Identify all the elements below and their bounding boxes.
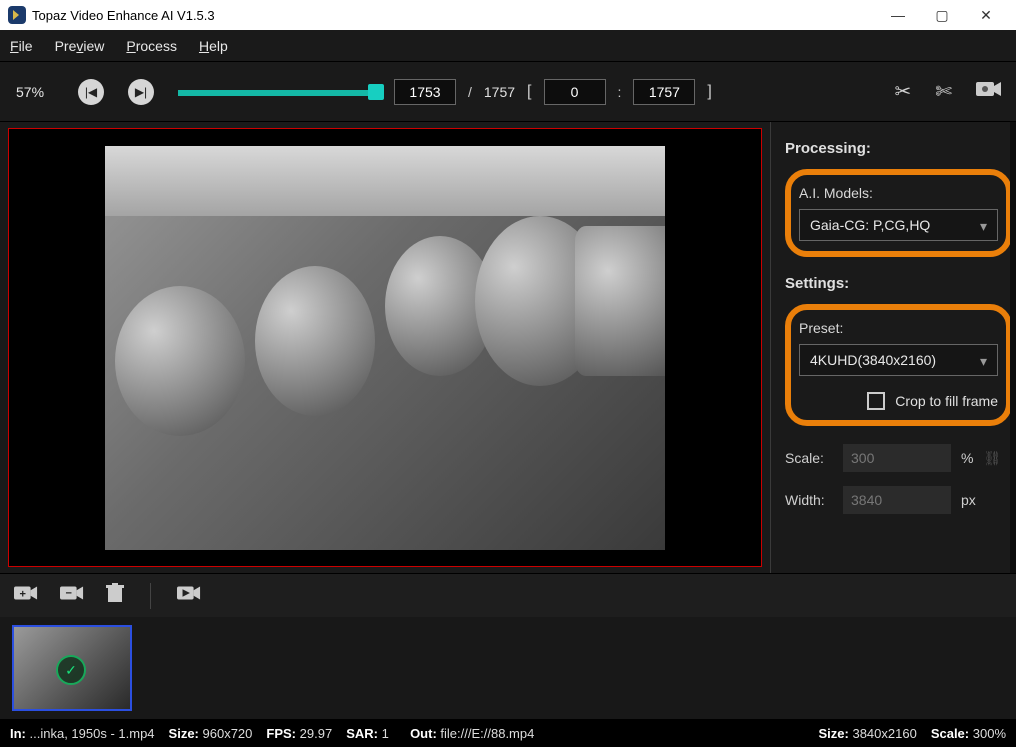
status-size-in-label: Size: — [169, 726, 199, 741]
status-out-value: file:///E://88.mp4 — [440, 726, 534, 741]
status-sar-label: SAR: — [346, 726, 378, 741]
menu-file[interactable]: File — [10, 38, 33, 54]
preview-frame[interactable] — [8, 128, 762, 567]
trash-icon[interactable] — [106, 583, 124, 609]
next-frame-button[interactable]: ▶| — [128, 79, 154, 105]
width-label: Width: — [785, 492, 833, 508]
ai-model-selected-text: Gaia-CG: P,CG,HQ — [810, 217, 930, 233]
scale-label: Scale: — [785, 450, 833, 466]
toolbar-divider — [150, 583, 151, 609]
check-icon: ✓ — [56, 655, 86, 685]
frame-separator: / — [468, 84, 472, 100]
timeline-slider[interactable] — [178, 82, 378, 102]
cut-icon[interactable]: ✂ — [894, 79, 911, 104]
status-bar: In: ...inka, 1950s - 1.mp4 Size: 960x720… — [0, 719, 1016, 747]
side-panel: Processing: A.I. Models: Gaia-CG: P,CG,H… — [770, 122, 1016, 573]
clip-thumbnail[interactable]: ✓ — [12, 625, 132, 711]
range-start-input[interactable]: 0 — [544, 79, 606, 105]
bottom-toolbar: + − — [0, 573, 1016, 617]
window-title: Topaz Video Enhance AI V1.5.3 — [32, 8, 215, 23]
preview-pane — [0, 122, 770, 573]
add-clip-icon[interactable]: + — [14, 584, 38, 608]
ai-model-select[interactable]: Gaia-CG: P,CG,HQ ▾ — [799, 209, 998, 241]
video-frame-image — [105, 146, 665, 550]
menu-process[interactable]: Process — [126, 38, 177, 54]
preset-selected-text: 4KUHD(3840x2160) — [810, 352, 936, 368]
thumbnail-strip: ✓ — [0, 617, 1016, 719]
processing-heading: Processing: — [785, 140, 1012, 157]
status-sar-value: 1 — [382, 726, 389, 741]
range-open-bracket: [ — [527, 83, 531, 101]
title-bar: Topaz Video Enhance AI V1.5.3 — ▢ ✕ — [0, 0, 1016, 30]
svg-text:−: − — [66, 587, 72, 599]
split-icon[interactable]: ✄ — [935, 79, 952, 104]
settings-heading: Settings: — [785, 275, 1012, 292]
slider-thumb-icon[interactable] — [368, 84, 384, 100]
minimize-button[interactable]: — — [876, 0, 920, 30]
preset-label: Preset: — [799, 320, 998, 336]
status-out-label: Out: — [410, 726, 437, 741]
range-colon: : — [618, 84, 622, 100]
close-button[interactable]: ✕ — [964, 0, 1008, 30]
status-size-out-value: 3840x2160 — [852, 726, 916, 741]
width-input[interactable] — [843, 486, 951, 514]
chevron-down-icon: ▾ — [980, 218, 987, 235]
maximize-button[interactable]: ▢ — [920, 0, 964, 30]
crop-label: Crop to fill frame — [895, 393, 998, 409]
status-in-label: In: — [10, 726, 26, 741]
menu-bar: File Preview Process Help — [0, 30, 1016, 62]
total-frames: 1757 — [484, 84, 515, 100]
scale-input[interactable] — [843, 444, 951, 472]
svg-text:+: + — [20, 588, 27, 600]
zoom-percent: 57% — [16, 84, 52, 100]
main-area: Processing: A.I. Models: Gaia-CG: P,CG,H… — [0, 122, 1016, 573]
scale-unit: % — [961, 450, 973, 466]
status-fps-label: FPS: — [266, 726, 296, 741]
app-logo-icon — [8, 6, 26, 24]
preset-select[interactable]: 4KUHD(3840x2160) ▾ — [799, 344, 998, 376]
current-frame-input[interactable]: 1753 — [394, 79, 456, 105]
width-unit: px — [961, 492, 976, 508]
link-icon[interactable]: ⛓ — [983, 450, 1001, 467]
menu-help[interactable]: Help — [199, 38, 228, 54]
status-scale-label: Scale: — [931, 726, 969, 741]
status-size-out-label: Size: — [819, 726, 849, 741]
range-close-bracket: ] — [707, 83, 711, 101]
prev-frame-button[interactable]: |◀ — [78, 79, 104, 105]
ai-models-highlight: A.I. Models: Gaia-CG: P,CG,HQ ▾ — [785, 169, 1012, 257]
status-fps-value: 29.97 — [300, 726, 333, 741]
render-icon[interactable] — [177, 584, 201, 608]
remove-clip-icon[interactable]: − — [60, 584, 84, 608]
range-end-input[interactable]: 1757 — [633, 79, 695, 105]
chevron-down-icon: ▾ — [980, 353, 987, 370]
crop-checkbox[interactable] — [867, 392, 885, 410]
sidepanel-scrollbar[interactable] — [1010, 122, 1016, 573]
transport-toolbar: 57% |◀ ▶| 1753 / 1757 [ 0 : 1757 ] ✂ ✄ — [0, 62, 1016, 122]
status-in-value: ...inka, 1950s - 1.mp4 — [30, 726, 155, 741]
camera-icon[interactable] — [976, 80, 1002, 104]
status-scale-value: 300% — [973, 726, 1006, 741]
preset-highlight: Preset: 4KUHD(3840x2160) ▾ Crop to fill … — [785, 304, 1012, 426]
status-size-in-value: 960x720 — [203, 726, 253, 741]
menu-preview[interactable]: Preview — [55, 38, 105, 54]
ai-models-label: A.I. Models: — [799, 185, 998, 201]
